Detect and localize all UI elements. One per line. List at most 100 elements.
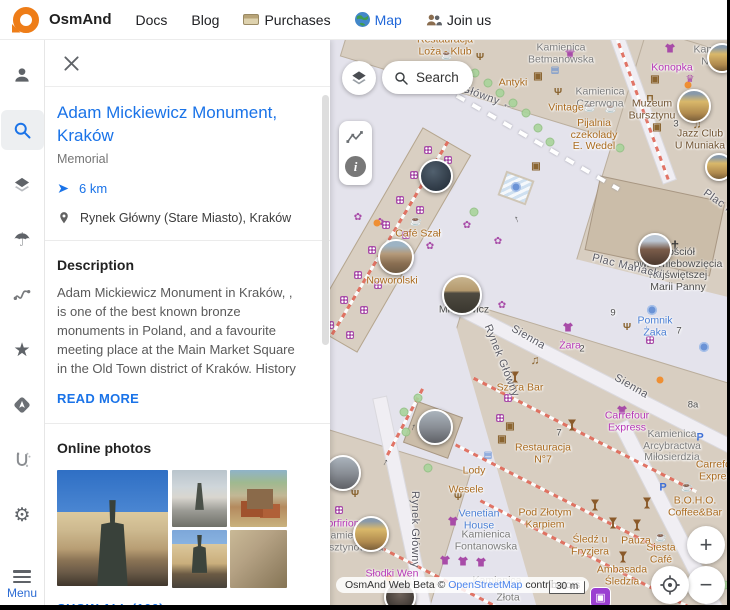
pic-icon: ▣ <box>652 123 661 133</box>
search-icon <box>12 120 32 140</box>
crown-icon: ♛ <box>686 75 695 85</box>
panel-header <box>45 40 330 87</box>
left-rail: ☂ ★ ⚙ Menu <box>0 40 45 610</box>
sidebar-item-settings[interactable]: ⚙ <box>1 495 44 535</box>
sidebar-item-plugins[interactable] <box>1 440 44 480</box>
stall-icon <box>410 171 418 179</box>
sidebar-item-account[interactable] <box>1 55 44 95</box>
bed-icon: ▤ <box>551 66 560 75</box>
photo-marker[interactable] <box>442 275 482 315</box>
close-panel-button[interactable] <box>58 50 84 76</box>
cup-icon: ☕ <box>605 104 617 114</box>
fork-icon: Ψ <box>623 323 631 333</box>
photo-marker[interactable] <box>417 409 453 445</box>
bed-icon: ▤ <box>484 451 493 460</box>
search-label: Search <box>416 70 459 85</box>
tree-icon <box>424 464 433 473</box>
stall-icon <box>360 306 368 314</box>
photo-marker[interactable] <box>677 89 711 123</box>
distance-row[interactable]: 6 km <box>57 181 303 196</box>
statue-silhouette <box>93 500 133 586</box>
photo-monument-closeup[interactable] <box>172 530 227 588</box>
sidebar-item-tracks[interactable] <box>1 275 44 315</box>
stall-icon <box>646 336 654 344</box>
sidebar-item-navigation[interactable] <box>1 385 44 425</box>
osmand-web-app: OsmAnd Docs Blog Purchases Map Join us ☂… <box>0 0 730 610</box>
nav-purchases[interactable]: Purchases <box>243 12 330 28</box>
tree-icon <box>496 89 505 98</box>
track-analyze-icon[interactable] <box>346 129 366 145</box>
nav-map[interactable]: Map <box>355 12 402 28</box>
flower-icon: ✿ <box>463 221 471 231</box>
stall-icon <box>374 281 382 289</box>
sidebar-item-configure-map[interactable] <box>1 165 44 205</box>
fountain-icon <box>511 182 521 192</box>
sidebar-item-search[interactable] <box>1 110 44 150</box>
tree-icon <box>546 138 555 147</box>
stall-icon <box>340 296 348 304</box>
photo-square-view[interactable] <box>172 470 227 527</box>
nav-docs[interactable]: Docs <box>136 12 168 28</box>
menu-label: Menu <box>7 586 37 600</box>
people-icon <box>426 13 442 27</box>
map-scale: 30 m <box>549 581 585 594</box>
layers-icon <box>12 175 32 195</box>
stall-icon <box>402 231 410 239</box>
fountain-icon <box>647 305 657 315</box>
pic-icon: ▣ <box>650 75 659 85</box>
cup-icon: ☕ <box>584 103 596 113</box>
stall-icon <box>354 271 362 279</box>
shirt-icon <box>563 323 573 332</box>
map-layers-button[interactable] <box>342 61 376 95</box>
photo-marker[interactable] <box>353 516 389 552</box>
star-icon: ★ <box>13 341 30 360</box>
description-text: Adam Mickiewicz Monument in Kraków, , is… <box>45 273 330 378</box>
place-title: Adam Mickiewicz Monument, Kraków <box>57 101 303 147</box>
map-search-button[interactable]: Search <box>382 61 473 94</box>
pic-icon: ▣ <box>531 162 540 172</box>
photo-marker[interactable] <box>378 239 414 275</box>
photo-marker[interactable] <box>638 233 672 267</box>
locate-me-button[interactable] <box>651 566 689 604</box>
search-icon <box>393 70 409 86</box>
info-button[interactable]: i <box>345 156 366 177</box>
osmand-logo-icon[interactable] <box>13 7 39 33</box>
tree-icon <box>400 408 409 417</box>
stall-icon <box>396 196 404 204</box>
nav-join-us[interactable]: Join us <box>426 12 491 28</box>
sidebar-item-weather[interactable]: ☂ <box>1 220 44 260</box>
pic-icon: ▣ <box>505 422 514 432</box>
stall-icon <box>416 206 424 214</box>
nav-blog[interactable]: Blog <box>191 12 219 28</box>
address-value: Rynek Główny (Stare Miasto), Kraków <box>80 211 291 225</box>
stall-icon <box>382 221 390 229</box>
photo-historic-sepia[interactable] <box>230 530 287 588</box>
umbrella-icon: ☂ <box>13 231 30 250</box>
photo-monument-front[interactable] <box>57 470 168 586</box>
park-icon: P <box>659 483 666 494</box>
tracker-icon <box>12 450 32 470</box>
zoom-out-button[interactable]: − <box>687 566 725 604</box>
openstreetmap-link[interactable]: OpenStreetMap <box>448 579 522 591</box>
cup-icon: ☕ <box>441 51 453 61</box>
zoom-in-button[interactable]: + <box>687 526 725 564</box>
tree-icon <box>616 144 625 153</box>
sidebar-item-favorites[interactable]: ★ <box>1 330 44 370</box>
location-pin-icon <box>57 211 71 225</box>
top-navbar: OsmAnd Docs Blog Purchases Map Join us <box>0 0 730 40</box>
stall-icon <box>496 414 504 422</box>
photo-aerial-view[interactable] <box>230 470 287 527</box>
arrow-icon: ↑ <box>513 214 521 225</box>
crosshair-icon <box>659 574 681 596</box>
sidebar-menu-button[interactable]: Menu <box>7 570 37 600</box>
address-row: Rynek Główny (Stare Miasto), Kraków <box>57 211 303 225</box>
read-more-button[interactable]: READ MORE <box>57 391 139 406</box>
tree-icon <box>509 99 518 108</box>
photo-marker[interactable] <box>419 159 453 193</box>
map-canvas[interactable]: ☕☕☕☕☕☕ΨΨΨΨΨΨ♫♫†✿✿✿✿✿✿PP▣▣▣▣▣▣▤▤♛Π↑↑↑Rest… <box>330 40 730 610</box>
stall-icon <box>346 331 354 339</box>
close-icon <box>61 53 82 74</box>
dot-icon <box>374 220 381 227</box>
flower-icon: ✿ <box>494 237 502 247</box>
panel-scrollbar[interactable] <box>322 95 329 345</box>
